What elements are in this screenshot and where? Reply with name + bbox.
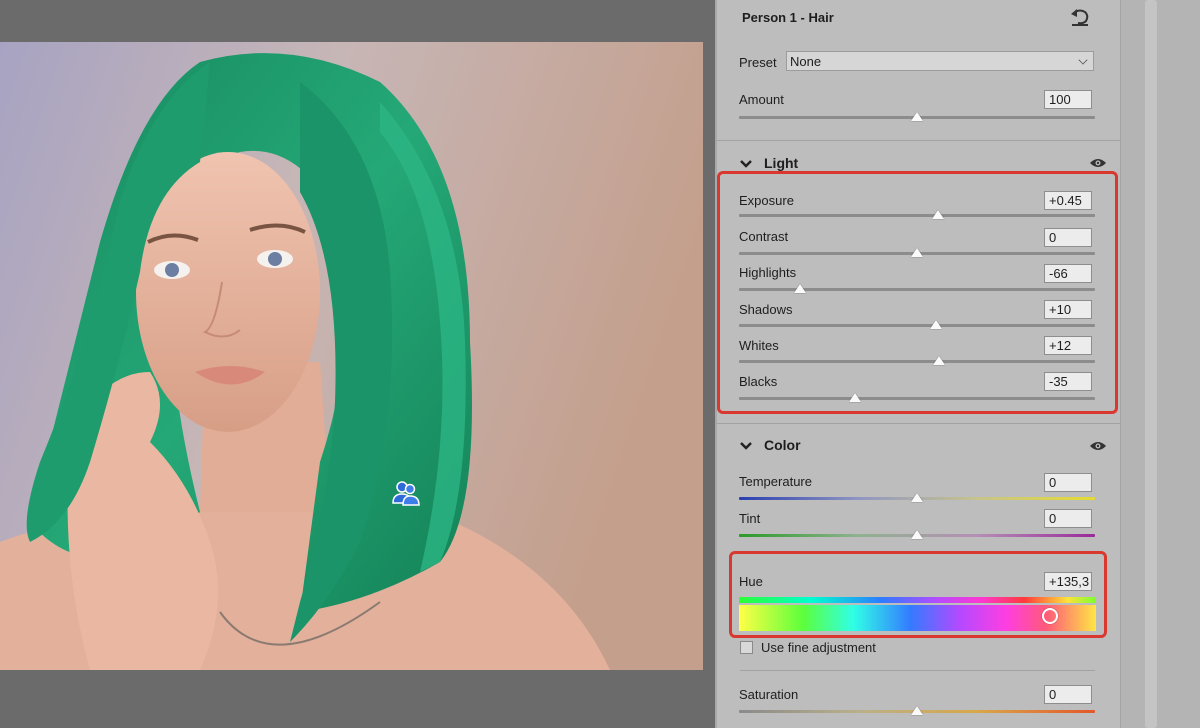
saturation-slider-thumb[interactable] [911,706,923,715]
scrollbar-thumb[interactable] [1145,0,1157,728]
chevron-down-icon[interactable] [739,157,753,171]
portrait-image [0,42,703,670]
saturation-value-field[interactable]: 0 [1044,685,1092,704]
hue-highlight-box [729,551,1107,638]
temperature-slider-thumb[interactable] [911,493,923,502]
fine-adjustment-checkbox[interactable] [740,641,753,654]
fine-adjustment-label[interactable]: Use fine adjustment [761,640,876,655]
reset-icon[interactable] [1069,8,1091,26]
preset-label: Preset [739,55,777,70]
panel-title: Person 1 - Hair [742,10,834,25]
canvas-area [0,0,715,728]
tint-value-field[interactable]: 0 [1044,509,1092,528]
tint-label: Tint [739,511,761,526]
preset-dropdown[interactable]: None [786,51,1094,71]
amount-label: Amount [739,92,784,107]
chevron-down-icon[interactable] [739,439,753,453]
divider [716,423,1120,424]
preset-value: None [790,54,822,69]
eye-icon[interactable] [1089,157,1107,169]
temperature-value-field[interactable]: 0 [1044,473,1092,492]
light-section-title[interactable]: Light [764,155,798,171]
amount-slider-thumb[interactable] [911,112,923,121]
eye-icon[interactable] [1089,440,1107,452]
temperature-label: Temperature [739,474,812,489]
color-section-title[interactable]: Color [764,437,801,453]
amount-value-field[interactable]: 100 [1044,90,1092,109]
photo-preview[interactable] [0,42,703,670]
divider [716,140,1120,141]
saturation-label: Saturation [739,687,799,702]
chevron-down-icon [1078,55,1088,65]
scrollbar[interactable] [1120,0,1200,728]
person-mask-icon[interactable] [391,479,421,507]
light-highlight-box [717,171,1118,414]
tint-slider-thumb[interactable] [911,530,923,539]
divider [740,670,1095,671]
